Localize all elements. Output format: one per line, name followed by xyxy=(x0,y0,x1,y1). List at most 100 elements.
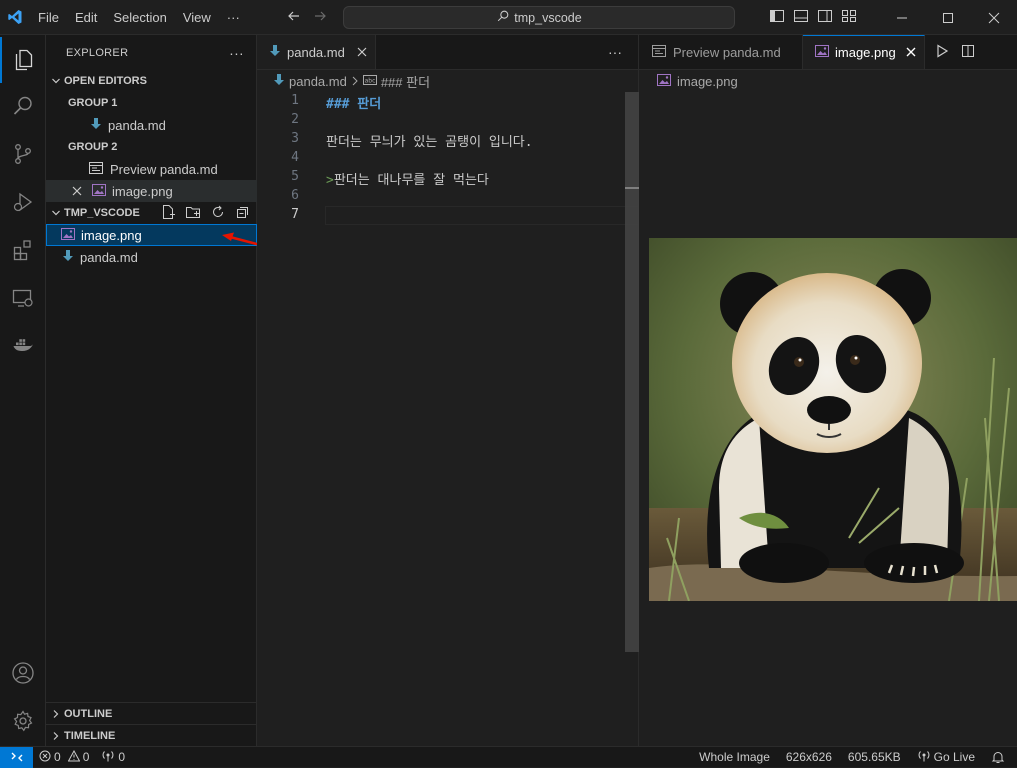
code-line-text: 판더는 무늬가 있는 곰탱이 입니다. xyxy=(326,135,533,150)
editor-more-actions-button[interactable]: ··· xyxy=(608,44,622,60)
minimize-button[interactable] xyxy=(879,0,925,35)
code-editor[interactable]: 1 2 3 4 5 6 7 ### 판더 판더는 무늬가 있는 곰탱이 입니다.… xyxy=(257,92,639,746)
chevron-right-icon xyxy=(48,709,64,719)
editor-group-1: panda.md ··· panda.md abc ### 판더 1 2 3 4… xyxy=(257,35,639,746)
file-label: image.png xyxy=(81,227,142,243)
menu-bar: File Edit Selection View ··· xyxy=(30,0,248,35)
title-bar: File Edit Selection View ··· tmp_vscode xyxy=(0,0,1017,35)
refresh-icon[interactable] xyxy=(210,204,226,223)
chevron-down-icon xyxy=(48,208,64,218)
maximize-button[interactable] xyxy=(925,0,971,35)
vscode-logo-icon xyxy=(0,0,30,35)
customize-layout-icon[interactable] xyxy=(841,8,857,27)
menu-edit[interactable]: Edit xyxy=(67,0,105,35)
editor-group-2: Preview panda.md image.png image.png xyxy=(639,35,1017,746)
back-arrow-icon[interactable] xyxy=(286,8,302,27)
menu-selection[interactable]: Selection xyxy=(105,0,174,35)
go-live-label: Go Live xyxy=(933,750,975,764)
quote-text: 판더는 대나무를 잘 먹는다 xyxy=(333,173,489,188)
markdown-file-icon xyxy=(90,117,102,134)
workspace-title: TMP_VSCODE xyxy=(64,207,140,219)
scrollbar-cursor-marker xyxy=(625,187,639,189)
search-text: tmp_vscode xyxy=(514,10,582,25)
workspace-section[interactable]: TMP_VSCODE xyxy=(46,202,257,224)
error-count: 0 xyxy=(54,750,61,764)
group-1-header[interactable]: GROUP 1 xyxy=(46,92,257,114)
extensions-icon[interactable] xyxy=(0,227,46,273)
group-2-header[interactable]: GROUP 2 xyxy=(46,136,257,158)
breadcrumb-symbol[interactable]: ### 판더 xyxy=(381,72,430,91)
line-number: 5 xyxy=(291,169,299,184)
open-editor-preview-panda-md[interactable]: Preview panda.md xyxy=(46,158,257,180)
close-icon[interactable] xyxy=(357,45,367,60)
timeline-section[interactable]: TIMELINE xyxy=(46,724,257,746)
breadcrumb-file[interactable]: image.png xyxy=(677,74,738,89)
new-folder-icon[interactable] xyxy=(185,204,201,223)
close-icon[interactable] xyxy=(906,45,916,60)
tab-label: panda.md xyxy=(287,44,345,60)
settings-gear-icon[interactable] xyxy=(0,698,46,744)
outline-title: OUTLINE xyxy=(64,707,113,720)
ports-indicator[interactable]: 0 xyxy=(95,750,131,765)
broadcast-icon xyxy=(101,750,115,765)
run-debug-icon[interactable] xyxy=(0,179,46,225)
toggle-primary-sidebar-icon[interactable] xyxy=(769,8,785,27)
tab-image-png[interactable]: image.png xyxy=(803,35,925,69)
search-icon xyxy=(496,9,510,26)
warning-icon xyxy=(67,749,81,765)
notifications-bell-icon[interactable] xyxy=(983,750,1017,764)
tab-bar-2: Preview panda.md image.png xyxy=(639,35,1017,70)
command-center-search[interactable]: tmp_vscode xyxy=(343,6,735,29)
tab-preview-panda-md[interactable]: Preview panda.md xyxy=(639,35,803,69)
chevron-right-icon xyxy=(351,74,359,89)
breadcrumb: image.png xyxy=(639,70,1017,92)
new-file-icon[interactable] xyxy=(160,204,176,223)
quote-marker: > xyxy=(326,173,334,188)
image-dimensions: 626x626 xyxy=(785,750,832,764)
menu-view[interactable]: View xyxy=(175,0,219,35)
zoom-whole-image[interactable]: Whole Image xyxy=(691,750,778,764)
toggle-secondary-sidebar-icon[interactable] xyxy=(817,8,833,27)
search-view-icon[interactable] xyxy=(0,83,46,129)
group-1-label: GROUP 1 xyxy=(68,97,118,109)
problems-indicator[interactable]: 0 0 xyxy=(33,749,95,765)
remote-indicator-icon[interactable] xyxy=(0,746,33,768)
accounts-icon[interactable] xyxy=(0,650,46,696)
close-icon[interactable] xyxy=(72,184,82,199)
group-2-label: GROUP 2 xyxy=(68,141,118,153)
open-editors-section[interactable]: OPEN EDITORS xyxy=(46,70,257,92)
open-editor-image-png[interactable]: image.png xyxy=(46,180,257,202)
tab-label: Preview panda.md xyxy=(673,44,781,60)
split-editor-icon[interactable] xyxy=(961,44,975,61)
explorer-sidebar: EXPLORER ··· OPEN EDITORS GROUP 1 panda.… xyxy=(46,35,269,746)
explorer-title: EXPLORER xyxy=(66,46,129,59)
close-window-button[interactable] xyxy=(971,0,1017,35)
image-file-icon xyxy=(657,73,671,89)
open-editor-label: image.png xyxy=(112,183,173,199)
explorer-more-button[interactable]: ··· xyxy=(229,45,244,61)
image-file-icon xyxy=(815,45,829,60)
activity-bar xyxy=(0,35,46,746)
source-control-icon[interactable] xyxy=(0,131,46,177)
collapse-all-icon[interactable] xyxy=(235,204,251,223)
forward-arrow-icon[interactable] xyxy=(312,8,328,27)
image-size: 605.65KB xyxy=(847,750,901,764)
menu-file[interactable]: File xyxy=(30,0,67,35)
outline-section[interactable]: OUTLINE xyxy=(46,702,257,724)
go-live-button[interactable]: Go Live xyxy=(909,750,983,765)
markdown-file-icon xyxy=(62,249,74,266)
open-editor-panda-md[interactable]: panda.md xyxy=(46,114,257,136)
vertical-scrollbar[interactable] xyxy=(625,92,639,652)
toggle-panel-icon[interactable] xyxy=(793,8,809,27)
menu-more[interactable]: ··· xyxy=(219,0,248,35)
run-icon[interactable] xyxy=(935,43,949,61)
remote-explorer-icon[interactable] xyxy=(0,275,46,321)
broadcast-icon xyxy=(917,750,931,765)
docker-icon[interactable] xyxy=(0,323,46,369)
breadcrumb-file[interactable]: panda.md xyxy=(289,74,347,89)
status-bar: 0 0 0 Whole Image 626x626 605.65KB Go Li… xyxy=(0,746,1017,768)
preview-icon xyxy=(88,161,104,178)
line-number: 3 xyxy=(291,131,299,146)
explorer-icon[interactable] xyxy=(0,37,46,83)
tab-panda-md[interactable]: panda.md xyxy=(257,35,376,69)
